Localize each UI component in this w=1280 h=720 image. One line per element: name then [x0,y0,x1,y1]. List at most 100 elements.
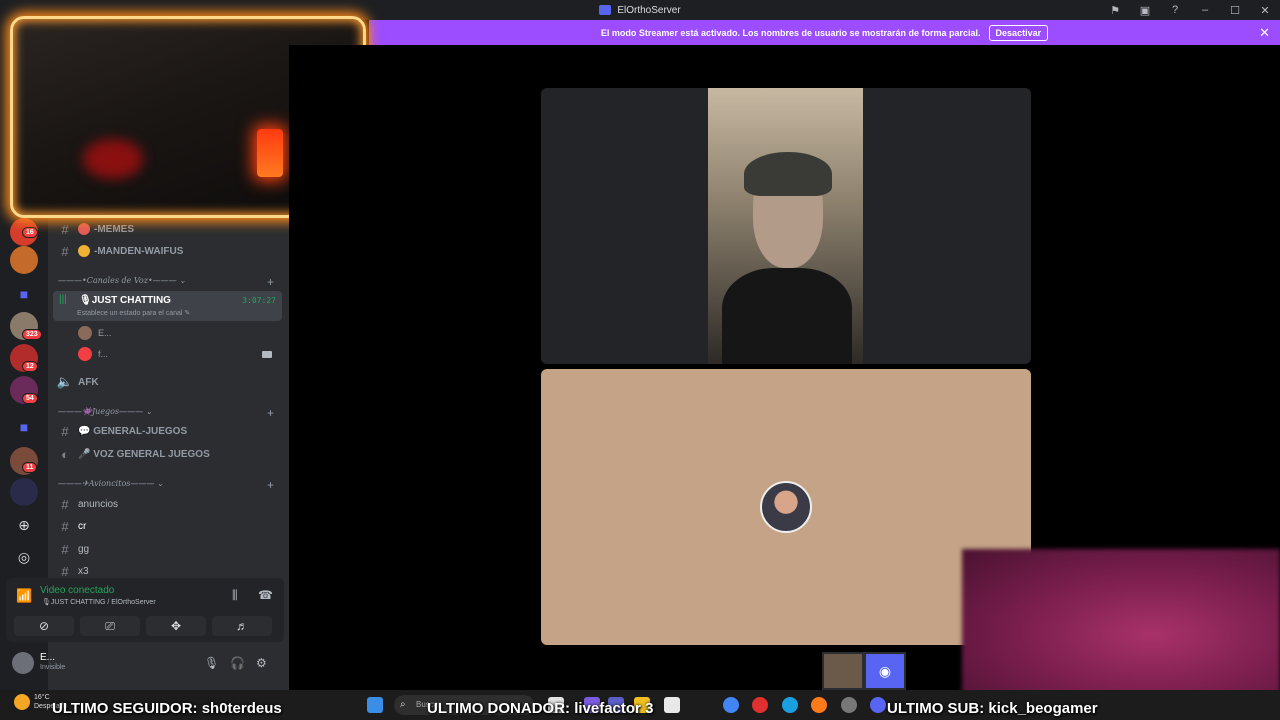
overlay-last-donor: ULTIMO DONADOR: livefactor 3 [427,700,654,717]
category-label: ———•Canales de Voz•——— [58,276,177,285]
maximize-button[interactable]: ☐ [1220,4,1250,17]
channel-anuncios[interactable]: # anuncios [56,494,282,514]
start-icon[interactable] [367,697,383,713]
streamer-mode-banner: El modo Streamer está activado. Los nomb… [369,20,1280,45]
text-channel-icon: # [61,496,69,512]
minimize-button[interactable]: – [1190,4,1220,16]
obs-icon[interactable] [841,697,857,713]
video-tile-avatar[interactable] [541,369,1031,645]
voice-channel-just-chatting[interactable]: ||| 🎙JUST CHATTING 3:07:27 Establece un … [53,291,282,321]
close-icon[interactable]: ✕ [1259,25,1270,41]
title-bar-controls: ⚑ ▣ ? – ☐ ✕ [1100,0,1280,20]
text-channel-icon: # [61,518,69,534]
mention-badge: 12 [22,361,38,372]
text-channel-icon: # [61,423,69,439]
participant-hat [744,152,832,196]
category-avioncitos[interactable]: ———✈Avioncitos——— ⌄ + [58,478,282,493]
channel-label: x3 [78,565,89,577]
add-channel-icon[interactable]: + [267,275,274,289]
add-channel-icon[interactable]: + [267,478,274,492]
category-juegos[interactable]: ———👾Juegos——— ⌄ + [58,406,282,421]
emoji-icon [78,245,90,257]
stage-icon: ◐ [61,446,69,462]
microphone-icon[interactable]: 🎙 [204,656,219,670]
category-label: ———👾Juegos——— [58,407,144,416]
channel-afk[interactable]: 🔈 AFK [56,372,282,392]
camera-off-button[interactable]: ⊘ [14,616,74,636]
edge-icon[interactable] [782,697,798,713]
user-panel: E... Invisible 🎙 🎧 ⚙ [6,646,284,680]
mention-badge: 54 [22,393,38,404]
channel-label: 🎤 VOZ GENERAL JUEGOS [78,448,210,460]
channel-label: -MEMES [94,223,134,235]
window-title: ElOrthoServer [617,4,681,16]
weather-icon[interactable] [14,694,30,710]
inbox-flag-icon[interactable]: ⚑ [1100,4,1130,17]
discord-icon[interactable] [870,697,886,713]
share-screen-button[interactable]: ⎚ [80,616,140,636]
voice-user[interactable]: f... [78,346,278,362]
banner-text: El modo Streamer está activado. Los nomb… [600,27,981,38]
channel-label: AFK [78,376,99,388]
channel-general-juegos[interactable]: # 💬 GENERAL-JUEGOS [56,421,282,441]
channel-manden-waifus[interactable]: # -MANDEN-WAIFUS [56,241,282,261]
add-server-icon[interactable]: ⊕ [16,517,32,533]
opera-icon[interactable] [752,697,768,713]
participant-body [722,268,852,364]
text-channel-icon: # [61,541,69,557]
text-channel-icon: # [61,221,69,237]
voice-activity-icon: ||| [59,294,67,305]
user-avatar[interactable] [12,652,34,674]
voice-user[interactable]: E... [78,325,278,341]
add-channel-icon[interactable]: + [267,406,274,420]
chrome-icon[interactable] [723,697,739,713]
channel-label: 🎙JUST CHATTING [79,295,171,306]
signal-icon[interactable]: 📶 [16,588,32,604]
soundboard-button[interactable]: ♬ [212,616,272,636]
channel-label: 💬 GENERAL-JUEGOS [78,425,188,437]
explore-icon[interactable]: ◎ [16,549,32,565]
text-channel-icon: # [61,563,69,579]
search-icon: ⌕ [400,699,406,710]
settings-gear-icon[interactable]: ⚙ [256,656,267,670]
firefox-icon[interactable] [811,697,827,713]
channel-voz-general-juegos[interactable]: ◐ 🎤 VOZ GENERAL JUEGOS [56,444,282,464]
folder-icon[interactable]: ■ [16,286,32,302]
activities-button[interactable]: ✥ [146,616,206,636]
close-window-button[interactable]: ✕ [1250,4,1280,17]
discord-window: ElOrthoServer ⚑ ▣ ? – ☐ ✕ El modo Stream… [0,0,1280,720]
voice-location[interactable]: 🎙JUST CHATTING / ElOrthoServer [42,598,156,606]
video-tile-camera[interactable] [541,88,1031,364]
store-icon[interactable] [664,697,680,713]
voice-connection-panel: 📶 Video conectado 🎙JUST CHATTING / ElOrt… [6,578,284,642]
text-channel-icon: # [61,243,69,259]
headphones-icon[interactable]: 🎧 [230,656,245,670]
mention-badge: 11 [22,462,38,473]
emoji-icon [78,223,90,235]
webcam-lamp [257,129,283,177]
category-canales-de-voz[interactable]: ———•Canales de Voz•——— ⌄ + [58,275,282,290]
participant-avatar [760,481,812,533]
inbox-icon[interactable]: ▣ [1130,4,1160,17]
channel-status[interactable]: Establece un estado para el canal ✎ [77,309,190,317]
deactivate-button[interactable]: Desactivar [988,24,1049,41]
user-name[interactable]: E... [40,652,55,663]
server-item[interactable] [10,246,38,274]
speaker-icon: 🔈 [56,374,74,389]
help-icon[interactable]: ? [1160,4,1190,16]
channel-label: gg [78,543,90,555]
channel-cr[interactable]: # cr [56,516,282,536]
folder-icon[interactable]: ■ [16,419,32,435]
webcam-background [83,139,143,179]
noise-suppression-icon[interactable]: ⫼ [232,588,238,603]
participant-video [708,88,863,364]
channel-gg[interactable]: # gg [56,539,282,559]
avatar [78,326,92,340]
voice-user-name: E... [98,328,112,338]
channel-label: anuncios [78,498,119,510]
user-status: Invisible [40,664,66,671]
channel-memes[interactable]: # -MEMES [56,219,282,239]
server-item[interactable] [10,478,38,506]
disconnect-icon[interactable]: ☎ [258,588,273,602]
mini-stream-preview[interactable]: ◉ [822,652,906,690]
